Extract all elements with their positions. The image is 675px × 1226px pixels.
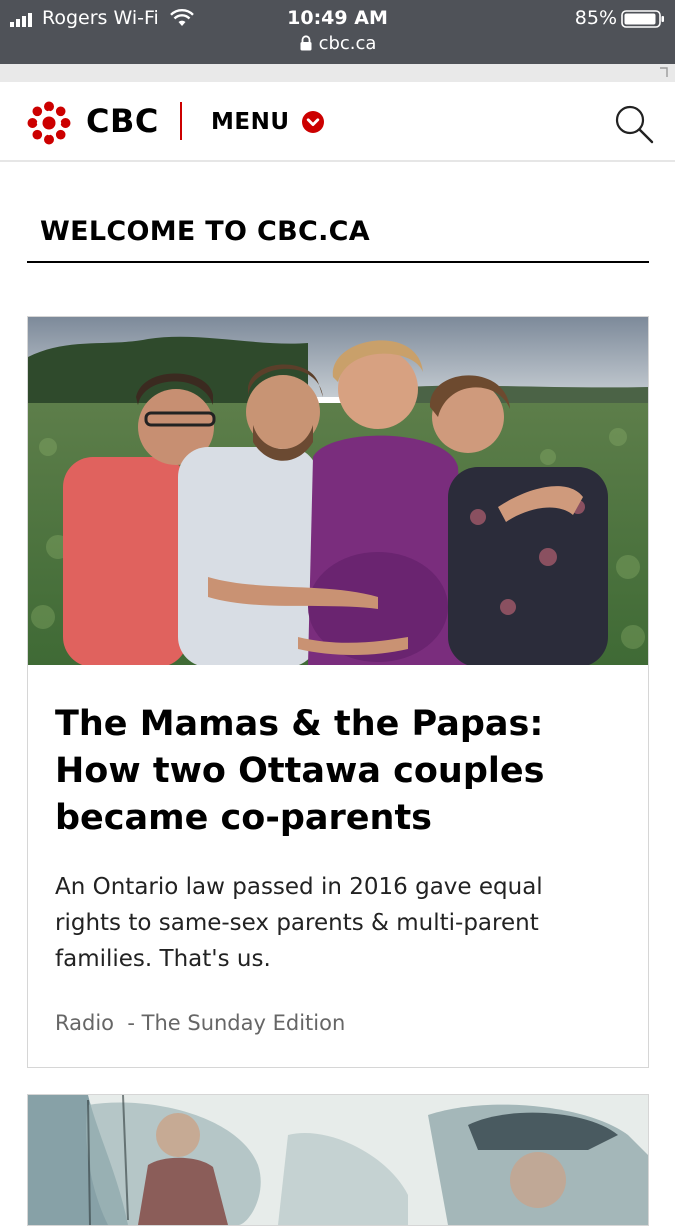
menu-button[interactable]: MENU	[211, 106, 324, 138]
battery-percentage: 85%	[574, 7, 617, 29]
story-meta: Radio - The Sunday Edition	[55, 1011, 345, 1035]
story-card[interactable]: The Mamas & the Papas: How two Ottawa co…	[27, 316, 649, 1068]
title-underline	[27, 261, 649, 263]
cbc-gem-icon[interactable]	[27, 101, 71, 145]
menu-label: MENU	[211, 109, 290, 135]
url-text: cbc.ca	[318, 33, 377, 54]
search-icon[interactable]	[614, 104, 654, 144]
story-show[interactable]: The Sunday Edition	[142, 1011, 346, 1035]
story-summary: An Ontario law passed in 2016 gave equal…	[55, 874, 543, 972]
header-divider	[180, 102, 182, 140]
brand-wordmark[interactable]: CBC	[86, 102, 159, 140]
story-category[interactable]: Radio	[55, 1011, 114, 1035]
story-photo[interactable]	[28, 1095, 648, 1225]
address-bar[interactable]: cbc.ca	[0, 33, 675, 57]
story-headline[interactable]: The Mamas & the Papas: How two Ottawa co…	[55, 701, 615, 842]
story-card[interactable]	[27, 1094, 649, 1226]
browser-toolbar-strip	[0, 64, 675, 82]
battery-icon	[621, 10, 664, 28]
site-header: CBC MENU	[0, 82, 675, 162]
scroll-indicator-icon	[660, 67, 668, 77]
ios-status-bar: Rogers Wi-Fi 10:49 AM 85% cbc.ca	[0, 0, 675, 64]
page-title: WELCOME TO CBC.CA	[40, 216, 370, 247]
lock-icon	[300, 35, 312, 51]
story-photo[interactable]	[28, 317, 648, 665]
status-row: Rogers Wi-Fi 10:49 AM 85%	[0, 4, 675, 32]
meta-separator: -	[114, 1011, 142, 1035]
clock: 10:49 AM	[287, 7, 388, 29]
chevron-down-circle-icon	[301, 111, 324, 133]
